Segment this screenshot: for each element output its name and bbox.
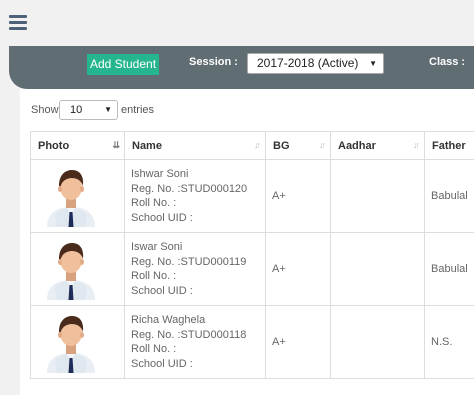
table-row[interactable]: Ishwar Soni Reg. No. :STUD000120 Roll No… [30, 159, 474, 233]
student-avatar [47, 243, 95, 300]
class-label: Class : [429, 56, 466, 68]
column-header-name[interactable]: Name ↓↑ [124, 131, 266, 160]
roll-no: Roll No. : [131, 270, 177, 282]
aadhar-cell [330, 232, 425, 306]
student-name[interactable]: Iswar Soni [131, 240, 265, 255]
students-panel: Show 10 ▼ entries Photo ⇊ Name ↓↑ BG ↓↑ Aad… [20, 89, 474, 395]
aadhar-cell [330, 305, 425, 379]
student-avatar [47, 170, 95, 227]
sort-icon: ↓↑ [254, 140, 261, 150]
sort-icon: ⇊ [112, 140, 119, 150]
table-row[interactable]: Iswar Soni Reg. No. :STUD000119 Roll No.… [30, 232, 474, 306]
show-label: Show [31, 104, 59, 116]
bg-cell: A+ [265, 305, 331, 379]
school-uid: School UID : [131, 211, 193, 224]
menu-icon[interactable] [9, 15, 27, 31]
name-cell: Richa Waghela Reg. No. :STUD000118 Roll … [124, 305, 266, 379]
sort-icon: ↓↑ [319, 140, 326, 150]
chevron-down-icon: ▼ [104, 105, 112, 114]
entries-select-value: 10 [70, 104, 83, 116]
session-label: Session : [189, 56, 238, 68]
name-cell: Ishwar Soni Reg. No. :STUD000120 Roll No… [124, 159, 266, 233]
bg-cell: A+ [265, 159, 331, 233]
photo-cell [30, 305, 125, 379]
aadhar-cell [330, 159, 425, 233]
bg-cell: A+ [265, 232, 331, 306]
table-row[interactable]: Richa Waghela Reg. No. :STUD000118 Roll … [30, 305, 474, 379]
chevron-down-icon: ▼ [369, 59, 377, 68]
photo-cell [30, 159, 125, 233]
entries-select[interactable]: 10 ▼ [59, 100, 118, 120]
reg-no: Reg. No. :STUD000118 [131, 328, 247, 341]
top-bar [0, 0, 474, 46]
column-header-bg[interactable]: BG ↓↑ [265, 131, 331, 160]
students-table: Photo ⇊ Name ↓↑ BG ↓↑ Aadhar ↓↑ Father I… [30, 131, 474, 379]
add-student-button[interactable]: Add Student [87, 54, 159, 75]
filter-toolbar: Add Student Session : 2017-2018 (Active)… [9, 46, 474, 89]
photo-cell [30, 232, 125, 306]
student-name[interactable]: Richa Waghela [131, 313, 265, 328]
roll-no: Roll No. : [131, 197, 177, 209]
student-name[interactable]: Ishwar Soni [131, 167, 265, 182]
school-uid: School UID : [131, 357, 193, 370]
sort-icon: ↓↑ [413, 140, 420, 150]
column-header-aadhar[interactable]: Aadhar ↓↑ [330, 131, 425, 160]
school-uid: School UID : [131, 284, 193, 297]
column-header-father[interactable]: Father [424, 131, 474, 160]
name-cell: Iswar Soni Reg. No. :STUD000119 Roll No.… [124, 232, 266, 306]
column-header-photo[interactable]: Photo ⇊ [30, 131, 125, 160]
father-cell: N.S. [424, 305, 474, 379]
entries-label: entries [121, 104, 155, 116]
session-select-value: 2017-2018 (Active) [257, 56, 359, 70]
session-select[interactable]: 2017-2018 (Active) ▼ [247, 53, 384, 74]
reg-no: Reg. No. :STUD000119 [131, 255, 247, 268]
student-avatar [47, 316, 95, 373]
roll-no: Roll No. : [131, 343, 177, 355]
reg-no: Reg. No. :STUD000120 [131, 182, 248, 195]
father-cell: Babulal [424, 232, 474, 306]
father-cell: Babulal [424, 159, 474, 233]
